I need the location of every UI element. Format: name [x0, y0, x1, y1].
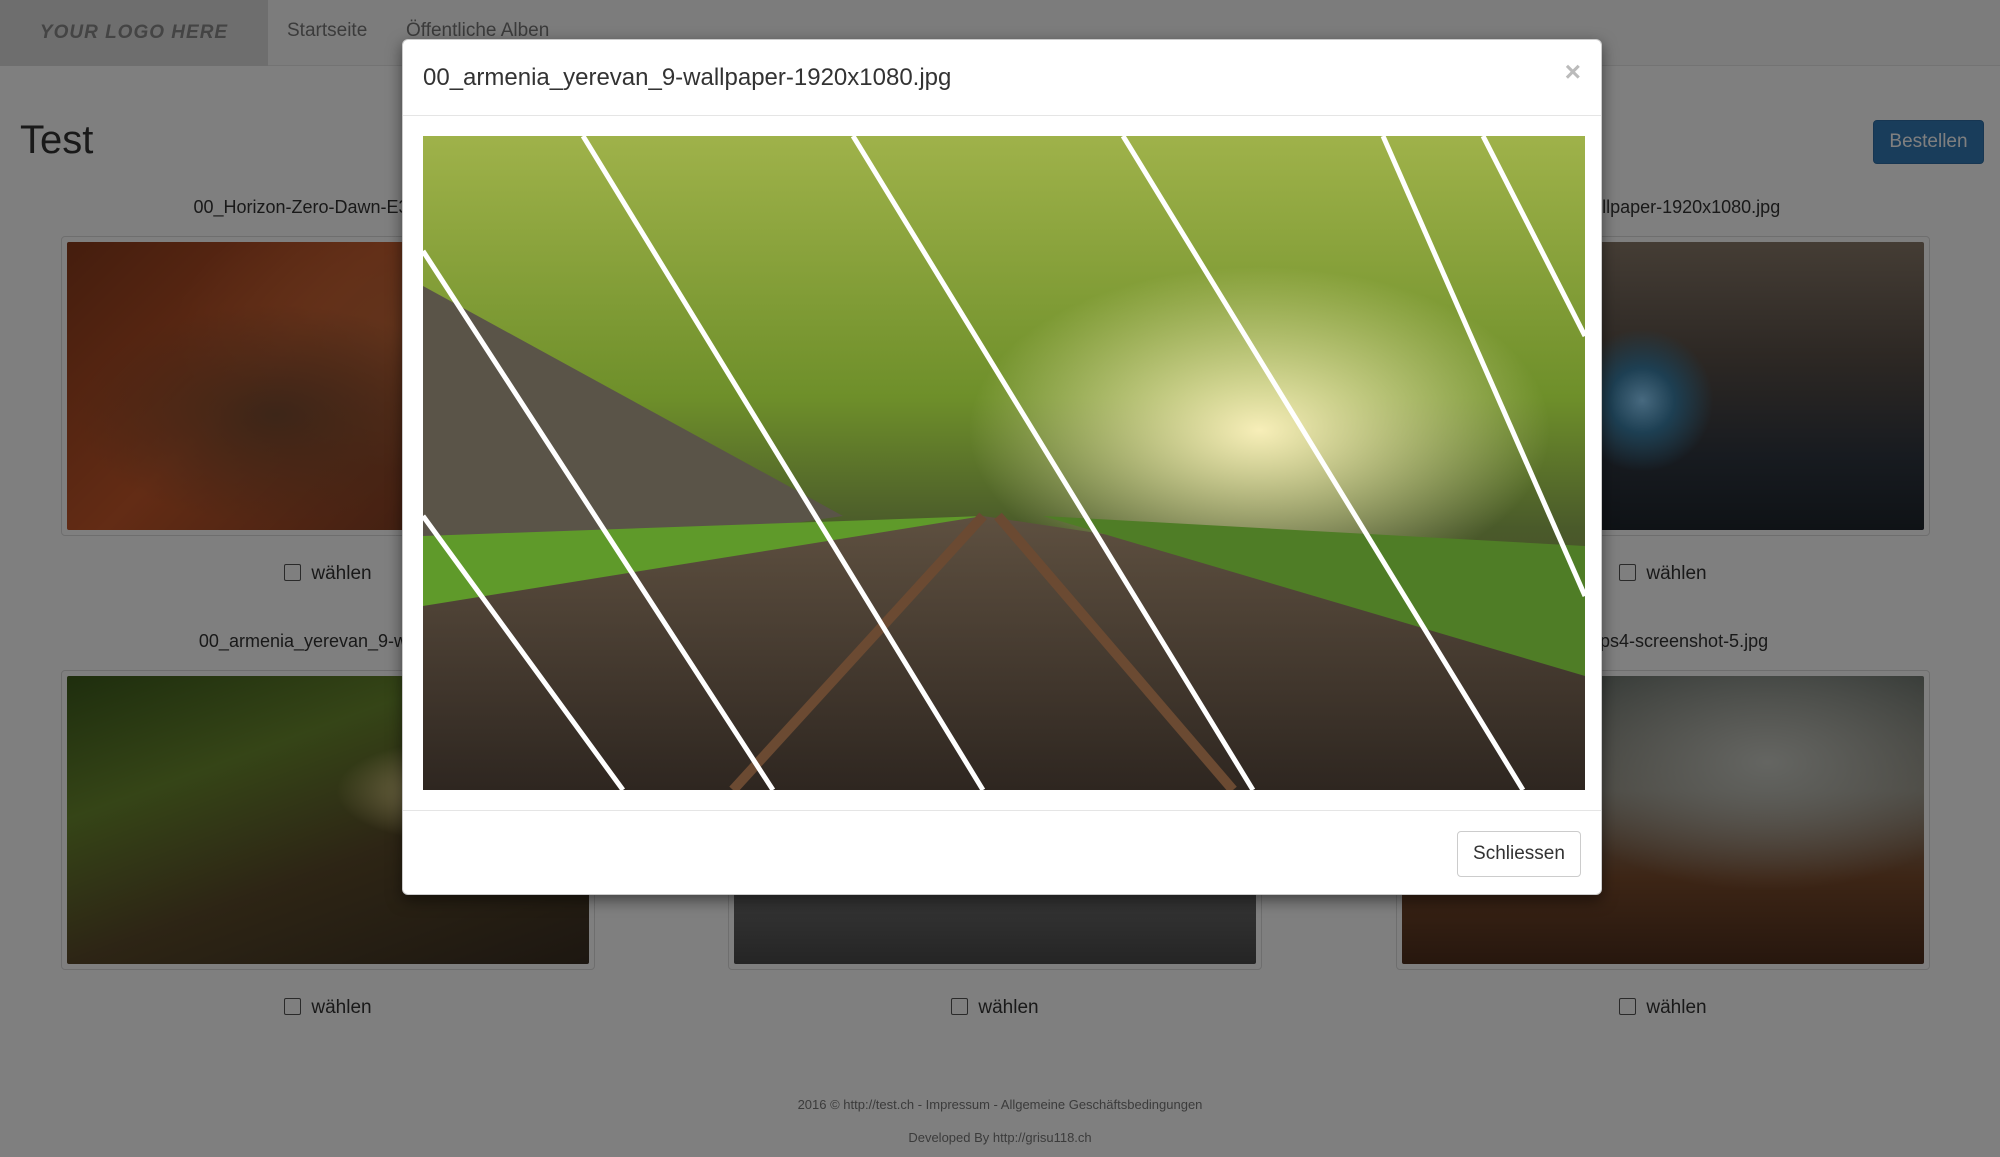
modal-footer: Schliessen: [403, 810, 1601, 896]
close-button[interactable]: Schliessen: [1457, 831, 1581, 877]
modal-title: 00_armenia_yerevan_9-wallpaper-1920x1080…: [423, 64, 952, 91]
modal-header: 00_armenia_yerevan_9-wallpaper-1920x1080…: [403, 40, 1601, 116]
modal-body: [423, 136, 1585, 790]
close-icon[interactable]: ×: [1565, 56, 1581, 88]
modal-image: [423, 136, 1585, 790]
image-modal: 00_armenia_yerevan_9-wallpaper-1920x1080…: [402, 39, 1602, 895]
